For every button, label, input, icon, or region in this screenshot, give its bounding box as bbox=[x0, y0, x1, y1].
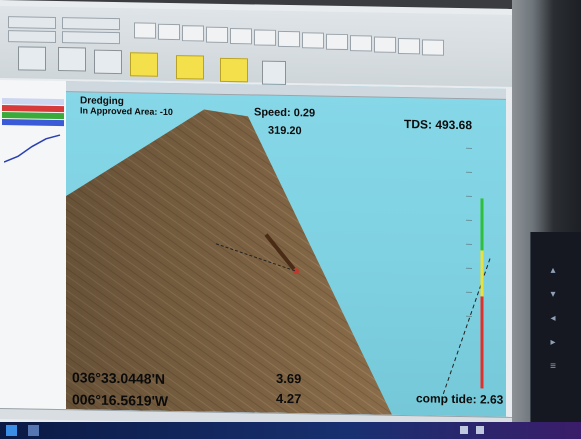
toolbar-yellow-icon[interactable] bbox=[220, 57, 248, 83]
toolbar-button[interactable] bbox=[182, 25, 204, 42]
toolbar-button[interactable] bbox=[422, 39, 444, 56]
heading-readout: 319.20 bbox=[268, 124, 302, 138]
toolbar-yellow-icon[interactable] bbox=[176, 55, 204, 80]
toolbar-button[interactable] bbox=[230, 28, 252, 45]
value-readout-2: 4.27 bbox=[276, 390, 302, 407]
longitude-readout: 006°16.5619'W bbox=[72, 391, 169, 409]
bezel-button-panel bbox=[530, 232, 581, 422]
toolbar-yellow-icon[interactable] bbox=[130, 52, 158, 77]
taskbar-app-icon[interactable] bbox=[28, 425, 39, 436]
toolbar-field[interactable] bbox=[8, 16, 56, 29]
left-panel-row[interactable] bbox=[2, 98, 64, 106]
toolbar-button[interactable] bbox=[206, 26, 228, 43]
tds-readout: TDS: 493.68 bbox=[404, 117, 473, 133]
bezel-right-icon[interactable]: ▸ bbox=[542, 336, 564, 350]
toolbar-chart-icon[interactable] bbox=[58, 47, 86, 72]
toolbar-bar-icon[interactable] bbox=[94, 49, 122, 75]
bezel-down-icon[interactable]: ▾ bbox=[542, 288, 564, 302]
toolbar-button[interactable] bbox=[254, 29, 276, 46]
start-icon[interactable] bbox=[6, 425, 17, 436]
comp-tide-readout: comp tide: 2.63 bbox=[416, 391, 504, 407]
windows-taskbar bbox=[0, 422, 581, 439]
approved-area-label: In Approved Area: -10 bbox=[80, 105, 173, 118]
toolbar-button[interactable] bbox=[302, 32, 324, 49]
bezel-menu-icon[interactable]: ≡ bbox=[542, 360, 564, 374]
toolbar-button[interactable] bbox=[158, 23, 180, 41]
toolbar-field[interactable] bbox=[8, 30, 56, 43]
left-panel-row-green[interactable] bbox=[2, 112, 64, 120]
toolbar bbox=[0, 6, 512, 87]
toolbar-blank-icon[interactable] bbox=[262, 60, 286, 85]
dredge-3d-view[interactable]: Dredging In Approved Area: -10 Speed: 0.… bbox=[66, 81, 506, 417]
tray-icon[interactable] bbox=[460, 426, 468, 434]
toolbar-field[interactable] bbox=[62, 17, 120, 31]
value-readout-1: 3.69 bbox=[276, 370, 302, 387]
bezel-left-icon[interactable]: ◂ bbox=[542, 312, 564, 326]
toolbar-button[interactable] bbox=[134, 22, 156, 39]
toolbar-button[interactable] bbox=[278, 30, 300, 48]
toolbar-button[interactable] bbox=[326, 33, 348, 51]
bezel-up-icon[interactable]: ▴ bbox=[542, 264, 564, 278]
left-side-panel bbox=[0, 80, 67, 412]
tray-icon[interactable] bbox=[476, 426, 484, 434]
left-panel-row-red[interactable] bbox=[2, 105, 64, 113]
toolbar-button[interactable] bbox=[398, 37, 420, 55]
left-panel-row-blue[interactable] bbox=[2, 119, 64, 127]
left-panel-mini-plot bbox=[4, 134, 61, 163]
dredging-software-window: Dredging In Approved Area: -10 Speed: 0.… bbox=[0, 0, 512, 434]
toolbar-chart-icon[interactable] bbox=[18, 46, 46, 71]
speed-readout: Speed: 0.29 bbox=[254, 106, 316, 120]
toolbar-button[interactable] bbox=[350, 35, 372, 52]
toolbar-button[interactable] bbox=[374, 36, 396, 53]
toolbar-field[interactable] bbox=[62, 31, 120, 45]
latitude-readout: 036°33.0448'N bbox=[72, 369, 166, 387]
